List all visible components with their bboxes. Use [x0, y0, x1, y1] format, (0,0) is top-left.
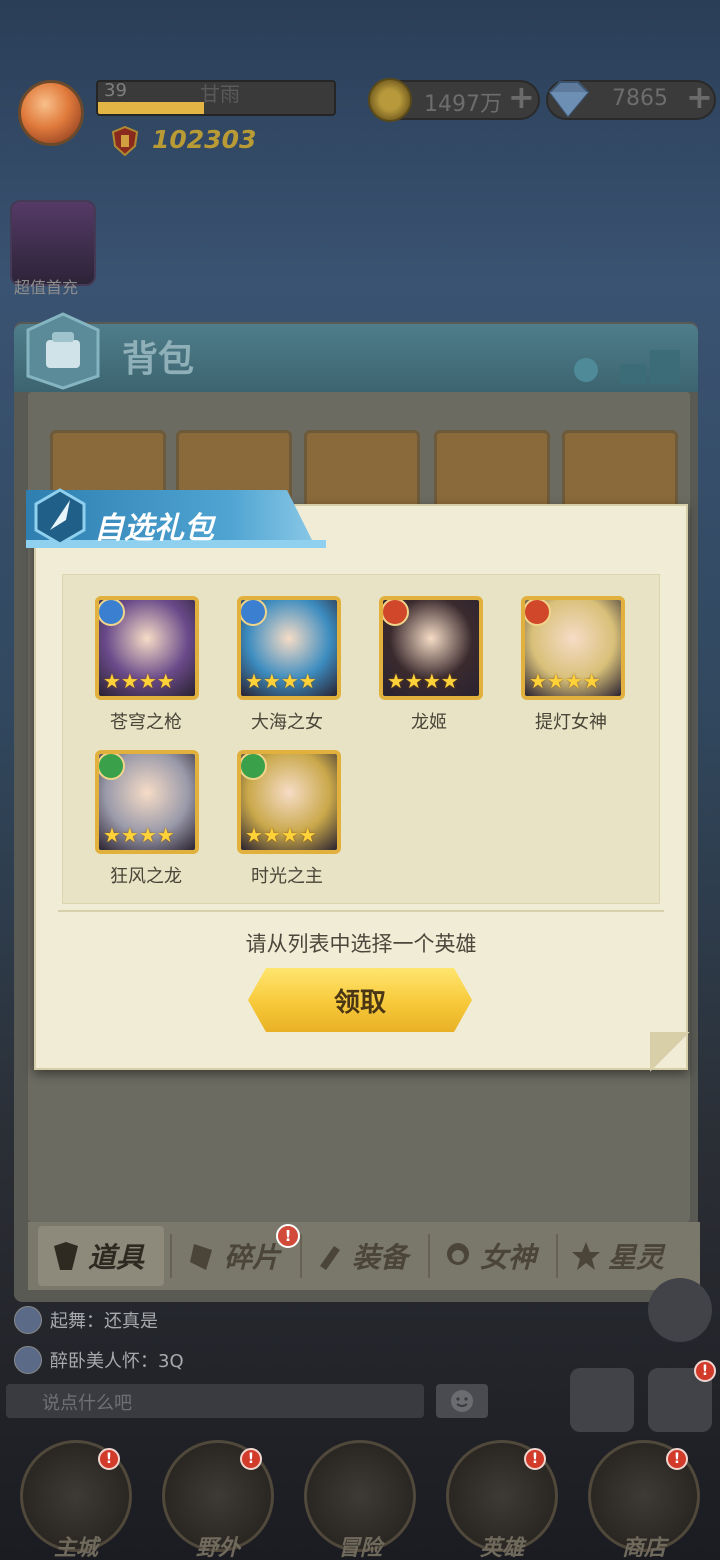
tab-label: 装备 — [352, 1241, 409, 1274]
tab-divider — [170, 1234, 172, 1278]
tab-label: 道具 — [88, 1241, 145, 1274]
tab-divider — [556, 1234, 558, 1278]
page-curl — [650, 1032, 690, 1072]
gold-coin-icon — [368, 78, 412, 122]
chat-text: 起舞：还真是 — [50, 1311, 158, 1332]
tab-equipment[interactable]: 装备 — [314, 1228, 408, 1284]
friends-button[interactable] — [648, 1278, 712, 1342]
wind-element-icon — [241, 754, 267, 780]
smiley-icon — [451, 1390, 473, 1412]
wind-element-icon — [99, 754, 125, 780]
fire-element-icon — [383, 600, 409, 626]
nav-badge: ! — [240, 1448, 262, 1470]
add-gold-button[interactable]: + — [508, 78, 535, 116]
hero-card[interactable]: ★★★★ — [379, 596, 483, 700]
hero-card[interactable]: ★★★★ — [237, 596, 341, 700]
tab-star-spirit[interactable]: 星灵 — [570, 1228, 664, 1284]
nav-label: 冒险 — [337, 1536, 382, 1560]
gem-amount: 7865 — [612, 86, 668, 111]
hero-name: 时光之主 — [251, 866, 323, 887]
nav-badge: ! — [524, 1448, 546, 1470]
combat-power-icon — [112, 126, 138, 156]
nav-label: 野外 — [195, 1536, 240, 1560]
player-name: 甘雨 — [200, 82, 240, 106]
water-element-icon — [241, 600, 267, 626]
shard-icon — [190, 1244, 212, 1270]
diamond-icon — [548, 81, 590, 118]
hero-star-rating: ★★★★ — [103, 823, 175, 847]
hero-name: 苍穹之枪 — [110, 712, 182, 733]
tab-shards-badge: ! — [276, 1224, 300, 1248]
claim-button-label: 领取 — [333, 987, 386, 1018]
level-progress-fill — [98, 102, 205, 114]
chat-message: 起舞：还真是 — [14, 1306, 158, 1334]
claim-button[interactable]: 领取 — [248, 968, 472, 1032]
nav-label: 主城 — [53, 1536, 98, 1560]
hero-name: 狂风之龙 — [110, 866, 182, 887]
gold-amount: 1497万 — [424, 92, 502, 117]
quill-icon — [34, 488, 86, 546]
backpack-title: 背包 — [122, 339, 195, 380]
chat-input[interactable]: 说点什么吧 — [6, 1384, 424, 1418]
tab-label: 女神 — [480, 1241, 537, 1274]
backpack-icon — [26, 312, 100, 390]
tab-goddess[interactable]: 女神 — [442, 1228, 536, 1284]
hero-star-rating: ★★★★ — [245, 669, 317, 693]
player-avatar[interactable] — [18, 80, 84, 146]
cat-decoration-icon — [574, 350, 680, 384]
nav-badge: ! — [666, 1448, 688, 1470]
hero-name: 提灯女神 — [535, 712, 607, 733]
first-recharge-label: 超值首充 — [14, 278, 79, 297]
tab-items[interactable]: 道具 — [50, 1228, 144, 1284]
hero-card[interactable]: ★★★★ — [95, 750, 199, 854]
equipment-icon — [320, 1246, 340, 1270]
chest-badge: ! — [694, 1360, 716, 1382]
tab-label: 星灵 — [608, 1241, 665, 1274]
emoji-button[interactable] — [436, 1384, 488, 1418]
hero-star-rating: ★★★★ — [387, 669, 459, 693]
tab-divider — [300, 1234, 302, 1278]
hero-name: 龙姬 — [411, 712, 447, 733]
ranking-button[interactable] — [570, 1368, 634, 1432]
hero-star-rating: ★★★★ — [529, 669, 601, 693]
dialog-divider — [58, 910, 664, 912]
nav-label: 商店 — [621, 1536, 666, 1560]
chat-avatar — [14, 1306, 42, 1334]
chat-message: 醉卧美人怀：3Q — [14, 1346, 184, 1374]
hero-star-rating: ★★★★ — [103, 669, 175, 693]
fire-element-icon — [525, 600, 551, 626]
player-level: 39 — [104, 80, 127, 101]
hero-star-rating: ★★★★ — [245, 823, 317, 847]
combat-power-value: 102303 — [152, 125, 257, 154]
goddess-icon — [447, 1243, 469, 1265]
hero-name: 大海之女 — [251, 712, 323, 733]
instruction-text: 请从列表中选择一个英雄 — [245, 932, 477, 956]
star-spirit-icon — [572, 1242, 600, 1270]
dialog-title: 自选礼包 — [94, 511, 214, 546]
hero-card[interactable]: ★★★★ — [237, 750, 341, 854]
add-gem-button[interactable]: + — [686, 78, 713, 116]
nav-badge: ! — [98, 1448, 120, 1470]
hero-card[interactable]: ★★★★ — [95, 596, 199, 700]
hero-card[interactable]: ★★★★ — [521, 596, 625, 700]
water-element-icon — [99, 600, 125, 626]
tab-shards[interactable]: 碎片 — [186, 1228, 280, 1284]
chat-avatar — [14, 1346, 42, 1374]
tab-divider — [428, 1234, 430, 1278]
chat-text: 醉卧美人怀：3Q — [50, 1351, 184, 1372]
tab-label: 碎片 — [224, 1241, 281, 1274]
items-icon — [54, 1242, 78, 1270]
nav-label: 英雄 — [479, 1536, 524, 1560]
